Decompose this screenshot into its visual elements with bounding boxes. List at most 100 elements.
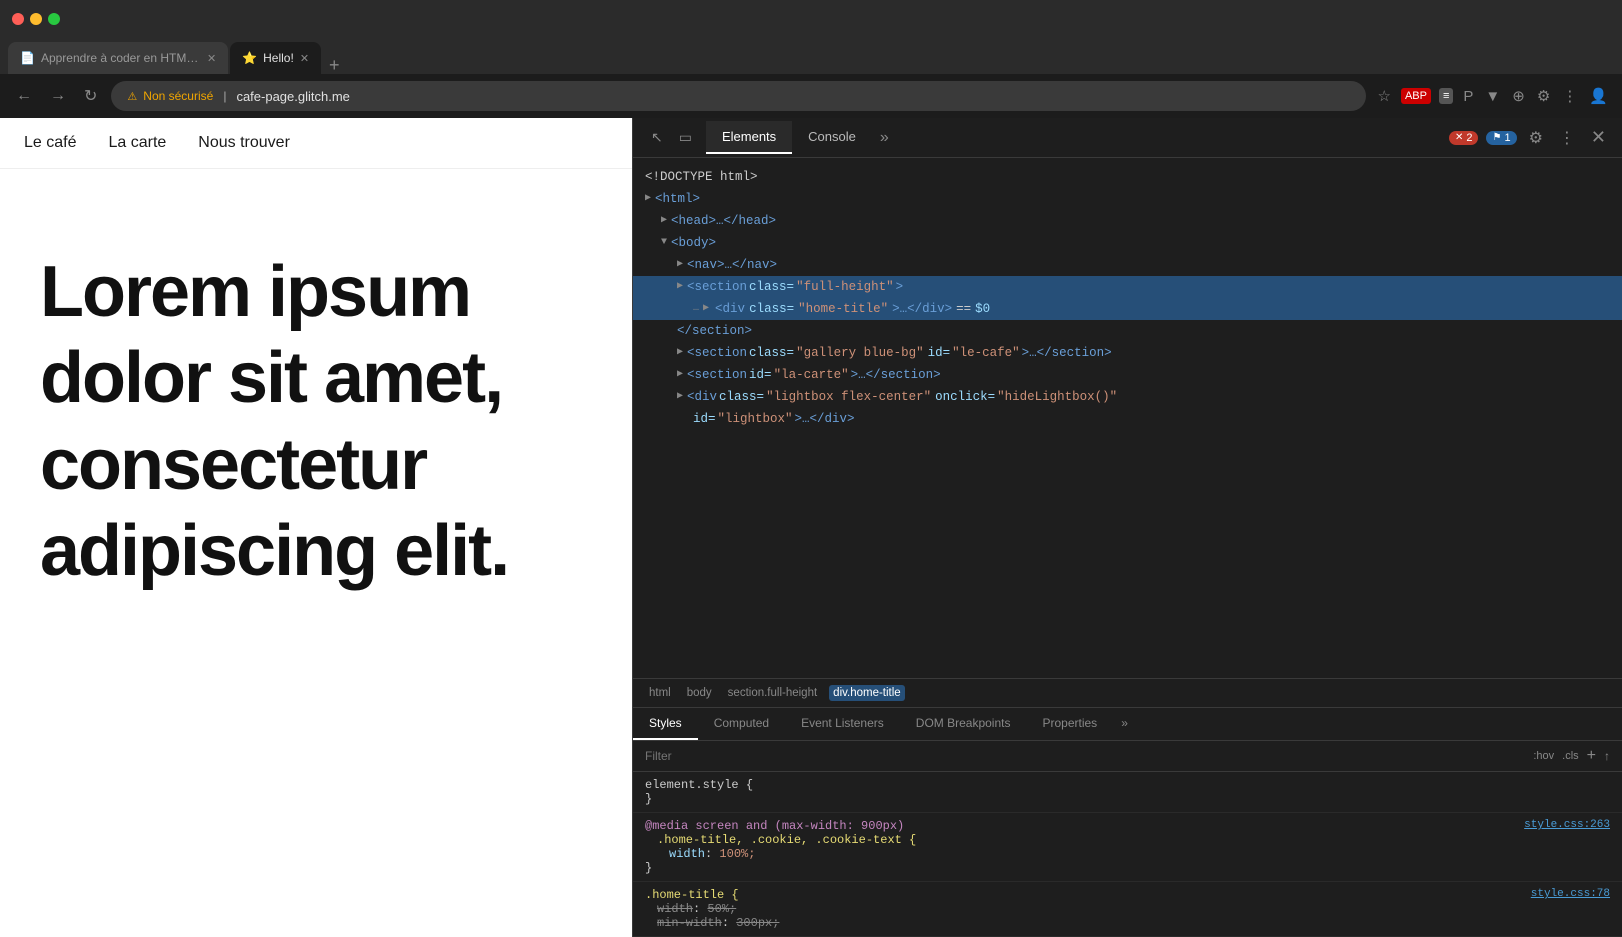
at-media-rule: @media screen and (max-width: 900px)	[645, 819, 904, 833]
tab-close-icon[interactable]: ✕	[300, 52, 309, 65]
back-button[interactable]: ←	[12, 85, 36, 107]
nav-item-1[interactable]: Le café	[24, 134, 76, 152]
dom-nav-tag: <nav>…</nav>	[687, 255, 777, 275]
devtools-close-icon[interactable]: ✕	[1587, 123, 1610, 152]
dom-lacarte-tag: <section	[687, 365, 747, 385]
settings-icon[interactable]: ⚙	[1535, 85, 1552, 107]
expand-nav-icon[interactable]: ▶	[677, 257, 683, 273]
home-title-selector: .home-title {	[645, 888, 739, 902]
dom-line-gallery[interactable]: ▶ <section class="gallery blue-bg" id="l…	[633, 342, 1622, 364]
tab-console[interactable]: Console	[792, 121, 872, 154]
expand-head-icon[interactable]: ▶	[661, 213, 667, 229]
st-tab-properties[interactable]: Properties	[1026, 708, 1113, 740]
ext-icon-4[interactable]: ⊕	[1510, 85, 1527, 107]
refresh-button[interactable]: ↻	[80, 84, 101, 108]
address-input[interactable]: ⚠ Non sécurisé | cafe-page.glitch.me	[111, 81, 1365, 111]
expand-lacarte-icon[interactable]: ▶	[677, 367, 683, 383]
dom-line-section-close[interactable]: </section>	[633, 320, 1622, 342]
expand-body-icon[interactable]: ▼	[661, 235, 667, 251]
forward-button[interactable]: →	[46, 85, 70, 107]
warning-icon: ⚑	[1492, 132, 1501, 143]
dom-section-close: </section>	[677, 321, 752, 341]
site-content: Lorem ipsum dolor sit amet, consectetur …	[0, 169, 632, 675]
dom-line-lightbox[interactable]: ▶ <div class="lightbox flex-center" oncl…	[633, 386, 1622, 408]
tab-close-icon[interactable]: ✕	[207, 52, 216, 65]
expand-div-icon[interactable]: ▶	[703, 301, 709, 317]
st-tab-styles[interactable]: Styles	[633, 708, 698, 740]
tab-favicon: 📄	[20, 51, 35, 65]
abp-icon[interactable]: ABP	[1401, 88, 1431, 104]
styles-panel: Styles Computed Event Listeners DOM Brea…	[633, 708, 1622, 937]
expand-gallery-icon[interactable]: ▶	[677, 345, 683, 361]
dom-line-body[interactable]: ▼ <body>	[633, 232, 1622, 254]
styles-more-icon[interactable]: »	[1113, 708, 1136, 740]
css-source-263[interactable]: style.css:263	[1524, 819, 1610, 831]
bookmark-icon[interactable]: ☆	[1376, 85, 1393, 107]
minimize-button[interactable]	[30, 13, 42, 25]
expand-section-icon[interactable]: ▶	[677, 279, 683, 295]
media-closing: }	[645, 861, 652, 875]
dom-tree[interactable]: <!DOCTYPE html> ▶ <html> ▶ <head>…</head…	[633, 158, 1622, 678]
filter-input[interactable]	[645, 749, 1525, 763]
main-area: Le café La carte Nous trouver Lorem ipsu…	[0, 118, 1622, 937]
error-count: 2	[1466, 132, 1472, 144]
new-tab-button[interactable]: +	[323, 56, 346, 74]
tab-1[interactable]: 📄 Apprendre à coder en HTML, C… ✕	[8, 42, 228, 74]
devtools-more-icon[interactable]: ⋮	[1555, 124, 1579, 152]
st-tab-computed[interactable]: Computed	[698, 708, 785, 740]
dom-line-html[interactable]: ▶ <html>	[633, 188, 1622, 210]
dom-line-nav[interactable]: ▶ <nav>…</nav>	[633, 254, 1622, 276]
browser-chrome: 📄 Apprendre à coder en HTML, C… ✕ ⭐ Hell…	[0, 0, 1622, 118]
tab-label: Hello!	[263, 51, 294, 65]
dom-body-tag: <body>	[671, 233, 716, 253]
dom-line-la-carte[interactable]: ▶ <section id="la-carte">…</section>	[633, 364, 1622, 386]
dots-selected: …	[693, 301, 699, 317]
dom-line-div-home[interactable]: … ▶ <div class="home-title">…</div> == $…	[633, 298, 1622, 320]
dom-line-lightbox-id[interactable]: id="lightbox">…</div>	[633, 408, 1622, 430]
nav-item-2[interactable]: La carte	[108, 134, 166, 152]
media-inner-selector: .home-title, .cookie, .cookie-text {	[645, 833, 916, 847]
dom-line-section[interactable]: ▶ <section class="full-height">	[633, 276, 1622, 298]
device-tool-icon[interactable]: ▭	[673, 125, 698, 150]
bc-html[interactable]: html	[645, 685, 675, 701]
dom-line-head[interactable]: ▶ <head>…</head>	[633, 210, 1622, 232]
css-property-min-width-strikethrough: min-width: 300px;	[645, 916, 1610, 930]
filter-row: :hov .cls + ↑	[633, 741, 1622, 772]
profile-icon[interactable]: 👤	[1587, 85, 1610, 107]
tab-2[interactable]: ⭐ Hello! ✕	[230, 42, 321, 74]
breadcrumb: html body section.full-height div.home-t…	[633, 678, 1622, 708]
lock-icon: ⚠	[127, 90, 137, 103]
website-preview: Le café La carte Nous trouver Lorem ipsu…	[0, 118, 632, 937]
dom-doctype: <!DOCTYPE html>	[645, 167, 758, 187]
css-rule-media: style.css:263 @media screen and (max-wid…	[633, 813, 1622, 882]
tab-elements[interactable]: Elements	[706, 121, 792, 154]
bc-div[interactable]: div.home-title	[829, 685, 905, 701]
ext-icon-3[interactable]: ▼	[1483, 86, 1502, 107]
add-style-button[interactable]: +	[1587, 747, 1596, 765]
error-x-icon: ✕	[1455, 132, 1463, 143]
css-rules: element.style { } style.css:263 @media s…	[633, 772, 1622, 937]
dom-line-doctype[interactable]: <!DOCTYPE html>	[633, 166, 1622, 188]
ext-icon-1[interactable]: ≡	[1439, 88, 1453, 104]
cls-button[interactable]: .cls	[1562, 750, 1579, 762]
bc-section[interactable]: section.full-height	[724, 685, 822, 701]
maximize-button[interactable]	[48, 13, 60, 25]
expand-html-icon[interactable]: ▶	[645, 191, 651, 207]
expand-lightbox-icon[interactable]: ▶	[677, 389, 683, 405]
warning-count: 1	[1504, 132, 1510, 144]
bc-body[interactable]: body	[683, 685, 716, 701]
more-dots-icon[interactable]: ⋮	[1560, 85, 1579, 107]
nav-item-3[interactable]: Nous trouver	[198, 134, 290, 152]
close-button[interactable]	[12, 13, 24, 25]
more-tabs-icon[interactable]: »	[872, 125, 897, 151]
css-source-78[interactable]: style.css:78	[1531, 888, 1610, 900]
dom-section-tag: <section	[687, 277, 747, 297]
address-bar: ← → ↻ ⚠ Non sécurisé | cafe-page.glitch.…	[0, 74, 1622, 118]
devtools-settings-icon[interactable]: ⚙	[1525, 124, 1547, 152]
dom-head-tag: <head>…</head>	[671, 211, 776, 231]
hov-pseudo-button[interactable]: :hov	[1533, 750, 1554, 762]
st-tab-dom-breakpoints[interactable]: DOM Breakpoints	[900, 708, 1027, 740]
ext-icon-2[interactable]: P	[1461, 86, 1475, 107]
st-tab-events[interactable]: Event Listeners	[785, 708, 900, 740]
cursor-tool-icon[interactable]: ↖	[645, 125, 669, 150]
